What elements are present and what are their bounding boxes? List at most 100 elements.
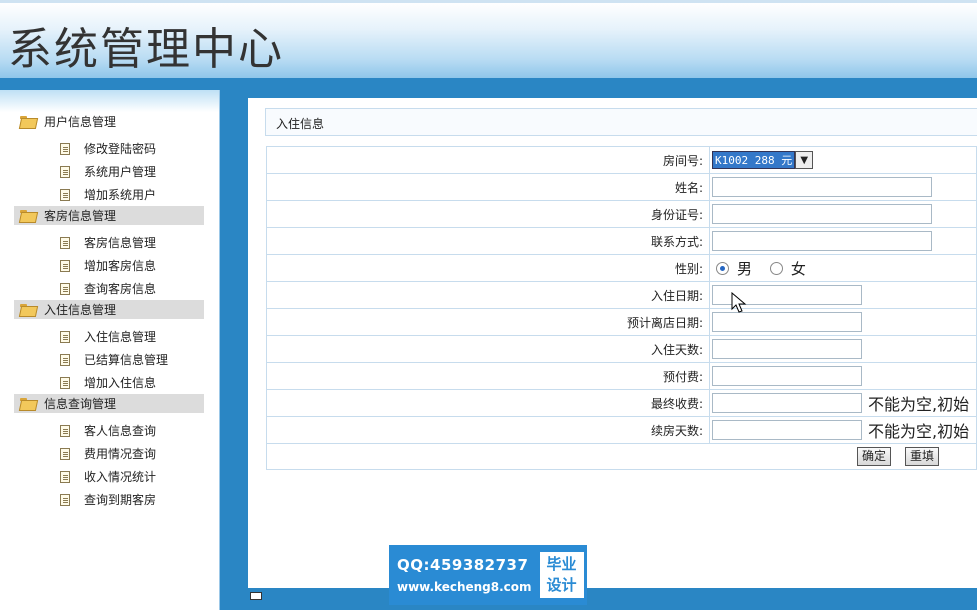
menu-item-guest-query[interactable]: 客人信息查询 <box>14 419 204 442</box>
contact-label: 联系方式: <box>266 227 710 255</box>
folder-open-icon <box>20 116 36 127</box>
extend-days-hint: 不能为空,初始 <box>868 422 970 441</box>
extend-days-input[interactable] <box>712 420 862 440</box>
watermark-url: www.kecheng8.com <box>397 580 532 594</box>
watermark-badge-line1: 毕业 <box>546 555 577 573</box>
checkin-date-label: 入住日期: <box>266 281 710 309</box>
menu-item-change-password[interactable]: 修改登陆密码 <box>14 137 204 160</box>
menu-item-settled-manage[interactable]: 已结算信息管理 <box>14 348 204 371</box>
room-select-value: K1002 288 元 <box>712 151 796 169</box>
form-row-checkout-date: 预计离店日期: <box>266 308 977 336</box>
menu-item-label: 客人信息查询 <box>84 424 157 438</box>
name-label: 姓名: <box>266 173 710 201</box>
form-row-prepay: 预付费: <box>266 362 977 390</box>
panel-title: 入住信息 <box>265 108 977 136</box>
menu-item-label: 查询到期客房 <box>84 493 157 507</box>
room-select[interactable]: K1002 288 元 ▼ <box>712 150 814 170</box>
id-number-input[interactable] <box>712 204 932 224</box>
menu-group-header-checkin[interactable]: 入住信息管理 <box>14 300 204 319</box>
mouse-cursor-icon <box>731 292 747 313</box>
folder-open-icon <box>20 304 36 315</box>
form-row-gender: 性别: 男 女 <box>266 254 977 282</box>
menu-item-add-checkin[interactable]: 增加入住信息 <box>14 371 204 394</box>
menu-item-fee-query[interactable]: 费用情况查询 <box>14 442 204 465</box>
app-title: 系统管理中心 <box>8 24 284 75</box>
checkout-date-input[interactable] <box>712 312 862 332</box>
document-icon <box>60 259 70 272</box>
gender-female-label: 女 <box>790 259 806 278</box>
confirm-button[interactable]: 确定 <box>857 447 892 466</box>
checkin-form: 房间号: K1002 288 元 ▼ 姓名: 身份证号: 联系方式: 性别: 男 <box>266 146 977 470</box>
sidebar-top-bar <box>0 90 219 112</box>
menu-group-checkin: 入住信息管理 入住信息管理 已结算信息管理 增加入住信息 <box>14 300 204 394</box>
menu-group-header-room[interactable]: 客房信息管理 <box>14 206 204 225</box>
menu-group-query: 信息查询管理 客人信息查询 费用情况查询 收入情况统计 查询到期客房 <box>14 394 204 511</box>
menu-group-header-user[interactable]: 用户信息管理 <box>14 112 204 131</box>
main-content: 入住信息 房间号: K1002 288 元 ▼ 姓名: 身份证号: 联系方式: … <box>248 98 977 588</box>
menu-group-label: 信息查询管理 <box>44 397 117 411</box>
menu-item-add-system-user[interactable]: 增加系统用户 <box>14 183 204 206</box>
stay-days-label: 入住天数: <box>266 335 710 363</box>
watermark-qq: QQ:459382737 <box>397 556 529 574</box>
final-fee-input[interactable] <box>712 393 862 413</box>
menu-item-label: 查询客房信息 <box>84 282 157 296</box>
menu-group-header-query[interactable]: 信息查询管理 <box>14 394 204 413</box>
menu-item-room-manage[interactable]: 客房信息管理 <box>14 231 204 254</box>
watermark-badge-line2: 设计 <box>546 576 577 594</box>
folder-open-icon <box>20 398 36 409</box>
document-icon <box>60 188 70 201</box>
menu-group-user: 用户信息管理 修改登陆密码 系统用户管理 增加系统用户 <box>14 112 204 206</box>
form-row-days: 入住天数: <box>266 335 977 363</box>
watermark-badge: 毕业 设计 <box>539 552 584 598</box>
gender-male-radio[interactable] <box>716 261 729 275</box>
document-icon <box>60 447 70 460</box>
watermark-banner: QQ:459382737 www.kecheng8.com 毕业 设计 <box>389 545 587 605</box>
checkout-date-label: 预计离店日期: <box>266 308 710 336</box>
prepay-input[interactable] <box>712 366 862 386</box>
sidebar: 用户信息管理 修改登陆密码 系统用户管理 增加系统用户 客房信息管理 客房信息管… <box>0 90 220 610</box>
menu-item-label: 收入情况统计 <box>84 470 157 484</box>
menu-item-label: 入住信息管理 <box>84 330 157 344</box>
frame-toggle-icon[interactable] <box>250 592 262 600</box>
document-icon <box>60 236 70 249</box>
contact-input[interactable] <box>712 231 932 251</box>
menu-item-query-room[interactable]: 查询客房信息 <box>14 277 204 300</box>
menu-group-label: 用户信息管理 <box>44 115 117 129</box>
final-fee-label: 最终收费: <box>266 389 710 417</box>
id-number-label: 身份证号: <box>266 200 710 228</box>
stay-days-input[interactable] <box>712 339 862 359</box>
form-row-name: 姓名: <box>266 173 977 201</box>
document-icon <box>60 142 70 155</box>
menu-item-income-stats[interactable]: 收入情况统计 <box>14 465 204 488</box>
final-fee-hint: 不能为空,初始 <box>868 395 970 414</box>
gender-label: 性别: <box>266 254 710 282</box>
menu-group-room: 客房信息管理 客房信息管理 增加客房信息 查询客房信息 <box>14 206 204 300</box>
gender-male-label: 男 <box>737 259 753 278</box>
document-icon <box>60 424 70 437</box>
menu-item-label: 增加入住信息 <box>84 376 157 390</box>
menu-item-label: 费用情况查询 <box>84 447 157 461</box>
menu-item-expiring-rooms[interactable]: 查询到期客房 <box>14 488 204 511</box>
form-row-final-fee: 最终收费: 不能为空,初始 <box>266 389 977 417</box>
menu-item-label: 增加客房信息 <box>84 259 157 273</box>
menu-item-checkin-manage[interactable]: 入住信息管理 <box>14 325 204 348</box>
form-row-extend-days: 续房天数: 不能为空,初始 <box>266 416 977 444</box>
chevron-down-icon[interactable]: ▼ <box>795 151 814 169</box>
form-row-id: 身份证号: <box>266 200 977 228</box>
menu-item-label: 系统用户管理 <box>84 165 157 179</box>
form-row-contact: 联系方式: <box>266 227 977 255</box>
menu-item-label: 客房信息管理 <box>84 236 157 250</box>
menu-item-system-users[interactable]: 系统用户管理 <box>14 160 204 183</box>
reset-button[interactable]: 重填 <box>905 447 940 466</box>
header-divider <box>0 78 977 90</box>
app-header: 系统管理中心 <box>0 0 977 78</box>
name-input[interactable] <box>712 177 932 197</box>
document-icon <box>60 493 70 506</box>
document-icon <box>60 165 70 178</box>
document-icon <box>60 470 70 483</box>
form-row-buttons: 确定 重填 <box>266 443 977 470</box>
menu-item-add-room[interactable]: 增加客房信息 <box>14 254 204 277</box>
gender-female-radio[interactable] <box>769 261 783 275</box>
menu-item-label: 修改登陆密码 <box>84 142 157 156</box>
form-row-checkin-date: 入住日期: <box>266 281 977 309</box>
